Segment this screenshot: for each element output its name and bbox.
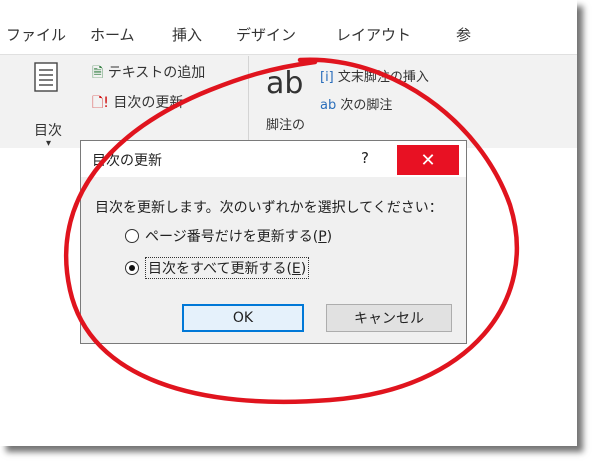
tab-home[interactable]: ホーム <box>90 24 135 45</box>
dialog-title-bar: 目次の更新 ? ✕ <box>81 141 466 177</box>
dialog-title: 目次の更新 <box>92 153 162 169</box>
cancel-button[interactable]: キャンセル <box>326 304 452 332</box>
option-label: ページ番号だけを更新する(P) <box>145 229 333 245</box>
add-text-icon: 🗎 <box>92 65 104 81</box>
update-toc-button[interactable]: 🗋! 目次の更新 <box>92 92 183 116</box>
next-footnote-icon: ab <box>320 98 337 113</box>
tab-insert[interactable]: 挿入 <box>172 24 202 45</box>
help-button[interactable]: ? <box>361 149 369 167</box>
group-separator <box>248 56 249 146</box>
option-entire-table[interactable]: 目次をすべて更新する(E) <box>125 257 310 279</box>
update-toc-label: 目次の更新 <box>113 95 184 111</box>
tab-layout[interactable]: レイアウト <box>336 24 411 45</box>
insert-footnote-icon[interactable]: ab <box>266 66 303 101</box>
tab-design[interactable]: デザイン <box>236 24 296 45</box>
tab-references[interactable]: 参 <box>456 24 471 45</box>
chevron-down-icon: ▾ <box>46 138 52 149</box>
insert-endnote-button[interactable]: [i] 文末脚注の挿入 <box>320 66 429 85</box>
update-toc-dialog: 目次の更新 ? ✕ 目次を更新します。次のいずれかを選択してください： ページ番… <box>80 140 467 344</box>
endnote-icon: [i] <box>320 70 334 85</box>
next-footnote-label: 次の脚注 <box>340 98 393 113</box>
tab-file[interactable]: ファイル <box>6 24 66 45</box>
screenshot-frame: ファイル ホーム 挿入 デザイン レイアウト 参 目次 ▾ 🗎 テキストの追加 … <box>0 0 577 446</box>
ok-button[interactable]: OK <box>182 304 304 332</box>
option-page-numbers-only[interactable]: ページ番号だけを更新する(P) <box>125 225 332 247</box>
toc-label: 目次 <box>34 123 62 139</box>
update-toc-icon: 🗋! <box>92 95 109 111</box>
radio-page-numbers-only[interactable] <box>125 229 139 243</box>
close-icon: ✕ <box>420 149 436 171</box>
radio-entire-table[interactable] <box>125 261 139 275</box>
add-text-button[interactable]: 🗎 テキストの追加 <box>92 62 205 86</box>
dialog-prompt: 目次を更新します。次のいずれかを選択してください： <box>95 200 443 216</box>
add-text-label: テキストの追加 <box>107 65 206 81</box>
option-label: 目次をすべて更新する(E) <box>145 257 310 279</box>
toc-icon <box>34 62 60 98</box>
next-footnote-button[interactable]: ab 次の脚注 <box>320 94 392 113</box>
insert-endnote-label: 文末脚注の挿入 <box>337 70 429 85</box>
close-button[interactable]: ✕ <box>397 145 459 175</box>
ribbon-tabs: ファイル ホーム 挿入 デザイン レイアウト 参 <box>0 24 577 54</box>
footnote-label: 脚注の <box>266 118 306 133</box>
